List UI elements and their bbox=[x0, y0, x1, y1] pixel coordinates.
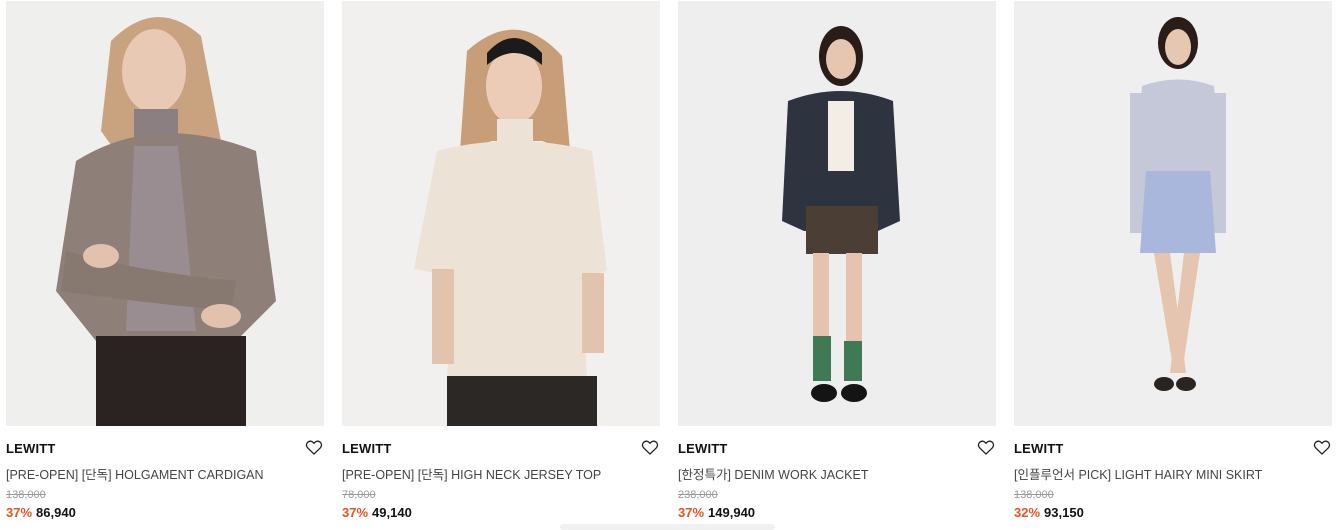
product-card-2[interactable]: LEWITT [PRE-OPEN] [단독] HIGH NECK JERSEY … bbox=[342, 0, 660, 530]
discount-rate: 32% bbox=[1014, 505, 1041, 520]
product-brand[interactable]: LEWITT bbox=[342, 441, 392, 456]
horizontal-scrollbar[interactable] bbox=[560, 524, 775, 530]
original-price: 138,000 bbox=[1014, 489, 1054, 501]
price-line: 37% 49,140 bbox=[342, 505, 412, 520]
heart-outline-icon[interactable] bbox=[304, 437, 324, 457]
original-price: 138,000 bbox=[6, 489, 46, 501]
discount-rate: 37% bbox=[678, 505, 705, 520]
price-line: 37% 149,940 bbox=[678, 505, 755, 520]
product-image[interactable] bbox=[678, 1, 996, 426]
product-brand[interactable]: LEWITT bbox=[6, 441, 56, 456]
product-card-1[interactable]: LEWITT [PRE-OPEN] [단독] HOLGAMENT CARDIGA… bbox=[6, 0, 324, 530]
discount-rate: 37% bbox=[6, 505, 33, 520]
price-line: 32% 93,150 bbox=[1014, 505, 1084, 520]
price-line: 37% 86,940 bbox=[6, 505, 76, 520]
original-price: 78,000 bbox=[342, 489, 376, 501]
product-title[interactable]: [PRE-OPEN] [단독] HOLGAMENT CARDIGAN bbox=[6, 464, 264, 483]
heart-outline-icon[interactable] bbox=[976, 437, 996, 457]
sale-price: 149,940 bbox=[708, 505, 756, 520]
product-image[interactable] bbox=[342, 1, 660, 426]
product-card-3[interactable]: LEWITT [한정특가] DENIM WORK JACKET 238,000 … bbox=[678, 0, 996, 530]
product-title[interactable]: [PRE-OPEN] [단독] HIGH NECK JERSEY TOP bbox=[342, 464, 601, 483]
original-price: 238,000 bbox=[678, 489, 718, 501]
sale-price: 93,150 bbox=[1044, 505, 1084, 520]
discount-rate: 37% bbox=[342, 505, 369, 520]
sale-price: 86,940 bbox=[36, 505, 76, 520]
product-image[interactable] bbox=[6, 1, 324, 426]
product-title[interactable]: [한정특가] DENIM WORK JACKET bbox=[678, 464, 868, 483]
product-image[interactable] bbox=[1014, 1, 1332, 426]
product-brand[interactable]: LEWITT bbox=[678, 441, 728, 456]
product-grid: LEWITT [PRE-OPEN] [단독] HOLGAMENT CARDIGA… bbox=[0, 0, 1337, 530]
product-card-4[interactable]: LEWITT [인플루언서 PICK] LIGHT HAIRY MINI SKI… bbox=[1014, 0, 1332, 530]
product-brand[interactable]: LEWITT bbox=[1014, 441, 1064, 456]
heart-outline-icon[interactable] bbox=[1312, 437, 1332, 457]
sale-price: 49,140 bbox=[372, 505, 412, 520]
heart-outline-icon[interactable] bbox=[640, 437, 660, 457]
product-title[interactable]: [인플루언서 PICK] LIGHT HAIRY MINI SKIRT bbox=[1014, 464, 1262, 483]
